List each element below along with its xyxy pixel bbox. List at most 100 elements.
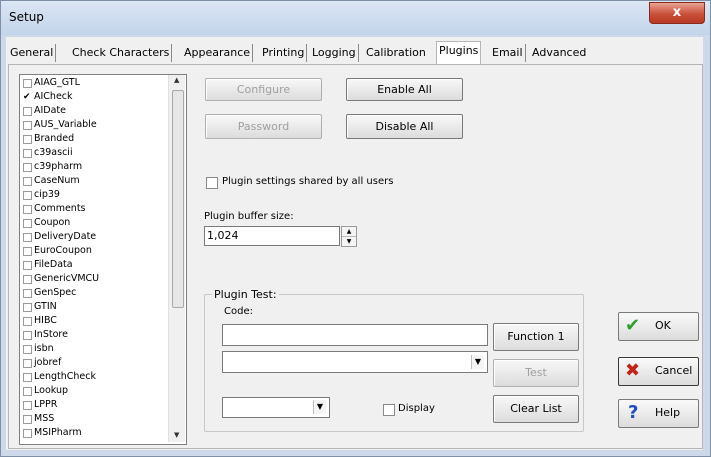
plugin-list-item[interactable]: isbn	[20, 343, 170, 354]
plugin-checkbox[interactable]	[23, 373, 32, 382]
plugin-list-item[interactable]: jobref	[20, 357, 170, 368]
plugin-name: AICheck	[34, 91, 73, 102]
tab-advanced[interactable]: Advanced	[530, 44, 588, 62]
plugin-list-item[interactable]: c39pharm	[20, 161, 170, 172]
plugin-list-item[interactable]: HIBC	[20, 315, 170, 326]
plugin-name: CaseNum	[34, 175, 80, 186]
tab-plugins[interactable]: Plugins	[436, 41, 482, 64]
tab-logging[interactable]: Logging	[310, 44, 359, 62]
plugin-list-item[interactable]: ✔ AICheck	[20, 91, 170, 102]
plugin-list-item[interactable]: DeliveryDate	[20, 231, 170, 242]
chevron-down-icon[interactable]: ▼	[471, 355, 484, 369]
plugin-checkbox[interactable]	[23, 191, 32, 200]
shared-settings-checkbox[interactable]	[206, 177, 218, 189]
plugin-list-item[interactable]: Branded	[20, 133, 170, 144]
plugin-list-item[interactable]: AUS_Variable	[20, 119, 170, 130]
help-button[interactable]: ? Help	[618, 399, 699, 428]
tab-general[interactable]: General	[8, 44, 57, 62]
chevron-down-icon[interactable]: ▼	[313, 400, 326, 414]
buffer-size-input[interactable]: 1,024	[204, 226, 340, 246]
question-icon: ?	[628, 402, 639, 423]
plugin-name: MSIPharm	[34, 427, 82, 438]
plugin-checkbox[interactable]	[23, 233, 32, 242]
plugin-checkbox[interactable]	[23, 345, 32, 354]
ok-button[interactable]: ✔ OK	[618, 312, 699, 341]
plugin-list-item[interactable]: GenericVMCU	[20, 273, 170, 284]
plugin-list-item[interactable]: Coupon	[20, 217, 170, 228]
plugin-checkbox[interactable]	[23, 163, 32, 172]
plugin-checkbox[interactable]	[23, 121, 32, 130]
plugin-checkbox[interactable]	[23, 261, 32, 270]
code-input[interactable]	[222, 324, 488, 346]
spin-down-icon[interactable]: ▼	[342, 237, 356, 246]
plugin-list-item[interactable]: FileData	[20, 259, 170, 270]
plugin-checkbox[interactable]	[23, 303, 32, 312]
plugin-test-dropdown[interactable]	[222, 351, 488, 373]
plugin-list[interactable]: AIAG_GTL ✔ AICheck AIDate AUS_Variable Brande…	[19, 74, 187, 445]
plugin-checkbox[interactable]	[23, 275, 32, 284]
cancel-label: Cancel	[655, 364, 693, 377]
plugin-name: c39ascii	[34, 147, 73, 158]
display-checkbox[interactable]	[383, 404, 395, 416]
tab-email[interactable]: Email	[490, 44, 526, 62]
plugin-checkbox[interactable]	[23, 429, 32, 438]
configure-button[interactable]: Configure	[205, 78, 322, 101]
plugin-checkbox[interactable]	[23, 79, 32, 88]
plugin-checkbox[interactable]	[23, 415, 32, 424]
help-label: Help	[655, 406, 681, 419]
plugin-checkbox[interactable]: ✔	[23, 93, 31, 102]
plugin-name: c39pharm	[34, 161, 83, 172]
plugin-checkbox[interactable]	[23, 247, 32, 256]
plugin-checkbox[interactable]	[23, 135, 32, 144]
plugin-test-group-title: Plugin Test:	[212, 288, 279, 301]
plugin-checkbox[interactable]	[23, 331, 32, 340]
plugin-list-item[interactable]: LPPR	[20, 399, 170, 410]
plugin-list-item[interactable]: EuroCoupon	[20, 245, 170, 256]
plugin-list-item[interactable]: MSS	[20, 413, 170, 424]
plugin-name: HIBC	[34, 315, 57, 326]
plugin-checkbox[interactable]	[23, 317, 32, 326]
plugin-checkbox[interactable]	[23, 289, 32, 298]
plugin-list-item[interactable]: GTIN	[20, 301, 170, 312]
test-button[interactable]: Test	[493, 359, 579, 387]
plugin-list-item[interactable]: GenSpec	[20, 287, 170, 298]
plugin-list-item[interactable]: LengthCheck	[20, 371, 170, 382]
plugin-list-item[interactable]: cip39	[20, 189, 170, 200]
plugin-list-item[interactable]: AIDate	[20, 105, 170, 116]
buffer-size-spinner[interactable]: ▲ ▼	[341, 226, 357, 247]
disable-all-button[interactable]: Disable All	[346, 114, 463, 139]
plugin-name: Comments	[34, 203, 86, 214]
tab-appearance[interactable]: Appearance	[182, 44, 254, 62]
password-button[interactable]: Password	[205, 114, 322, 139]
tab-calibration[interactable]: Calibration	[364, 44, 428, 62]
ok-label: OK	[655, 319, 671, 332]
plugin-list-item[interactable]: Comments	[20, 203, 170, 214]
plugin-list-item[interactable]: c39ascii	[20, 147, 170, 158]
tab-check-characters[interactable]: Check Characters	[70, 44, 173, 62]
plugin-checkbox[interactable]	[23, 177, 32, 186]
plugin-name: GenSpec	[34, 287, 77, 298]
plugin-checkbox[interactable]	[23, 205, 32, 214]
plugin-checkbox[interactable]	[23, 107, 32, 116]
plugin-list-item[interactable]: CaseNum	[20, 175, 170, 186]
plugin-list-item[interactable]: MSIPharm	[20, 427, 170, 438]
scrollbar-thumb[interactable]	[172, 90, 184, 308]
plugin-list-item[interactable]: AIAG_GTL	[20, 77, 170, 88]
spin-up-icon[interactable]: ▲	[342, 227, 356, 237]
function1-button[interactable]: Function 1	[493, 323, 579, 351]
cancel-button[interactable]: ✖ Cancel	[618, 357, 699, 386]
clear-list-button[interactable]: Clear List	[493, 395, 579, 423]
plugin-checkbox[interactable]	[23, 219, 32, 228]
enable-all-button[interactable]: Enable All	[346, 78, 463, 101]
tab-printing[interactable]: Printing	[260, 44, 308, 62]
plugin-checkbox[interactable]	[23, 149, 32, 158]
close-button[interactable]: x	[649, 2, 705, 24]
plugin-checkbox[interactable]	[23, 359, 32, 368]
plugin-list-item[interactable]: InStore	[20, 329, 170, 340]
shared-settings-label: Plugin settings shared by all users	[222, 176, 394, 187]
plugin-list-item[interactable]: Lookup	[20, 385, 170, 396]
plugin-checkbox[interactable]	[23, 387, 32, 396]
scroll-up-icon[interactable]: ▲	[174, 76, 179, 84]
scroll-down-icon[interactable]: ▼	[174, 431, 179, 439]
plugin-checkbox[interactable]	[23, 401, 32, 410]
